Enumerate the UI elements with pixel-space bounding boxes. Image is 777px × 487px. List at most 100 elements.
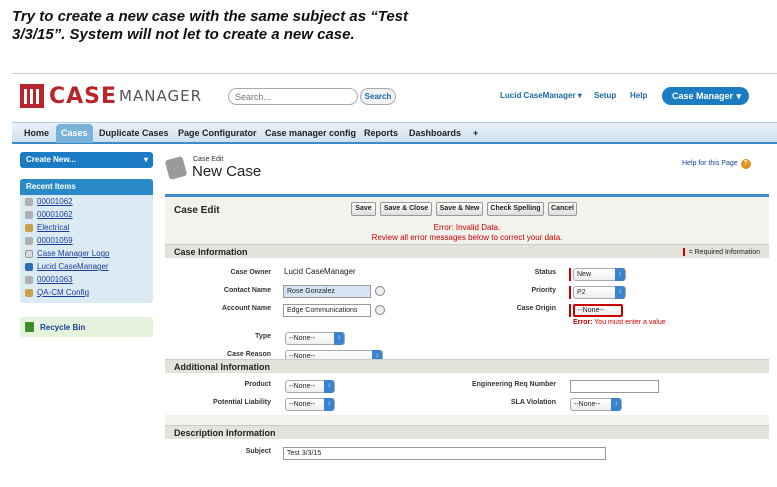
recent-item[interactable]: 00001062 [20,195,153,208]
case-owner-label: Case Owner [230,269,271,276]
recent-item-link[interactable]: 00001059 [37,236,73,245]
product-select[interactable]: --None-- ↕ [285,380,335,393]
sla-violation-select-value: --None-- [574,401,601,408]
recent-item-link[interactable]: Electrical [37,223,69,232]
subject-field[interactable]: Test 3/3/15 [283,447,606,460]
lookup-icon[interactable] [375,286,385,296]
section-header: Description Information [165,425,769,439]
sla-violation-label: SLA Violation [510,399,556,406]
recent-item[interactable]: 00001063 [20,273,153,286]
save-close-button[interactable]: Save & Close [380,202,432,216]
type-select[interactable]: --None-- ↕ [285,332,345,345]
contact-name-field[interactable]: Rose Gonzalez [283,285,371,298]
search-button[interactable]: Search [360,88,396,105]
select-arrows-icon: ↕ [615,268,625,281]
recent-item-link[interactable]: QA-CM Config [37,288,89,297]
select-arrows-icon: ↕ [324,380,334,393]
recent-item-link[interactable]: 00001062 [37,210,73,219]
tab-add-plus[interactable]: + [473,128,478,138]
recent-item-link[interactable]: 00001062 [37,197,73,206]
account-name-label: Account Name [221,305,271,312]
top-header: CASE MANAGER Search Lucid CaseManager ▾ … [12,74,777,121]
app-menu-label: Case Manager [672,91,734,101]
form-title: Case Edit [174,205,220,216]
case-origin-select[interactable]: --None-- [573,304,623,317]
search-input[interactable] [228,88,358,105]
cancel-button[interactable]: Cancel [548,202,577,216]
create-new-button[interactable]: Create New... ▾ [20,152,153,168]
instruction-caption: Try to create a new case with the same s… [12,8,452,44]
recent-items-title: Recent Items [20,179,153,195]
recent-item-link[interactable]: Case Manager Logo [37,249,110,258]
select-arrows-icon: ↕ [611,398,621,411]
config-icon [25,288,33,297]
tab-case-manager-config[interactable]: Case manager config [265,128,356,138]
save-new-button[interactable]: Save & New [436,202,483,216]
potential-liability-select-value: --None-- [289,401,316,408]
potential-liability-select[interactable]: --None-- ↕ [285,398,335,411]
tab-reports[interactable]: Reports [364,128,398,138]
recent-item[interactable]: 00001059 [20,234,153,247]
sla-violation-select[interactable]: --None-- ↕ [570,398,622,411]
section-header: Additional Information [165,359,769,373]
status-label: Status [534,269,556,276]
save-button[interactable]: Save [351,202,376,216]
status-select[interactable]: New ↕ [573,268,626,281]
user-menu[interactable]: Lucid CaseManager ▾ [500,91,582,100]
case-icon [25,197,33,206]
case-information-section: Case Information = Required Information … [165,244,769,363]
setup-link[interactable]: Setup [594,91,616,100]
recent-item[interactable]: Case Manager Logo [20,247,153,260]
additional-information-section: Additional Information Product --None-- ↕… [165,359,769,415]
error-line-1: Error: Invalid Data. [433,223,501,232]
recent-item-link[interactable]: Lucid CaseManager [37,262,109,271]
tab-page-configurator[interactable]: Page Configurator [178,128,257,138]
recent-item[interactable]: Lucid CaseManager [20,260,153,273]
tab-home[interactable]: Home [24,128,49,138]
user-icon [25,262,33,271]
engineering-req-field[interactable] [570,380,659,393]
check-spelling-button[interactable]: Check Spelling [487,202,544,216]
case-reason-label: Case Reason [227,351,271,358]
required-marker [569,268,571,281]
tab-cases[interactable]: Cases [56,124,93,143]
case-icon [25,275,33,284]
recycle-bin[interactable]: Recycle Bin [20,317,153,337]
type-label: Type [255,333,271,340]
recent-item-link[interactable]: 00001063 [37,275,73,284]
section-title: Case Information [174,247,248,257]
product-select-value: --None-- [289,383,316,390]
priority-select[interactable]: P2 ↕ [573,286,626,299]
tab-duplicate-cases[interactable]: Duplicate Cases [99,128,169,138]
help-link[interactable]: Help [630,91,647,100]
recent-item[interactable]: 00001062 [20,208,153,221]
app-menu-button[interactable]: Case Manager ▾ [662,87,749,105]
help-for-page-link[interactable]: Help for this Page? [682,159,751,169]
recent-item[interactable]: QA-CM Config [20,286,153,299]
type-select-value: --None-- [289,335,316,342]
app-screenshot: CASE MANAGER Search Lucid CaseManager ▾ … [12,73,777,487]
error-line-2: Review all error messages below to corre… [371,233,563,242]
case-owner-value: Lucid CaseManager [284,267,356,276]
caption-line-2: 3/3/15”. System will not let to create a… [12,26,355,43]
app-logo[interactable]: CASE MANAGER [20,82,202,110]
subject-label: Subject [245,448,271,455]
logo-mark-icon [20,84,44,108]
case-origin-error-text: You must enter a value [594,319,666,326]
select-arrows-icon: ↕ [615,286,625,299]
recycle-bin-label: Recycle Bin [40,322,86,332]
lookup-icon[interactable] [375,305,385,315]
logo-manager-text: MANAGER [119,87,202,105]
case-icon [25,210,33,219]
account-name-field[interactable]: Edge Communications [283,304,371,317]
tab-dashboards[interactable]: Dashboards [409,128,461,138]
engineering-req-label: Engineering Req Number [471,381,556,388]
case-origin-select-value: --None-- [578,307,605,314]
document-icon [25,249,33,258]
product-label: Product [244,381,271,388]
required-marker [569,286,571,299]
recent-item[interactable]: Electrical [20,221,153,234]
help-icon: ? [740,159,751,169]
recycle-bin-icon [25,322,34,332]
page-kicker: Case Edit [193,156,224,163]
